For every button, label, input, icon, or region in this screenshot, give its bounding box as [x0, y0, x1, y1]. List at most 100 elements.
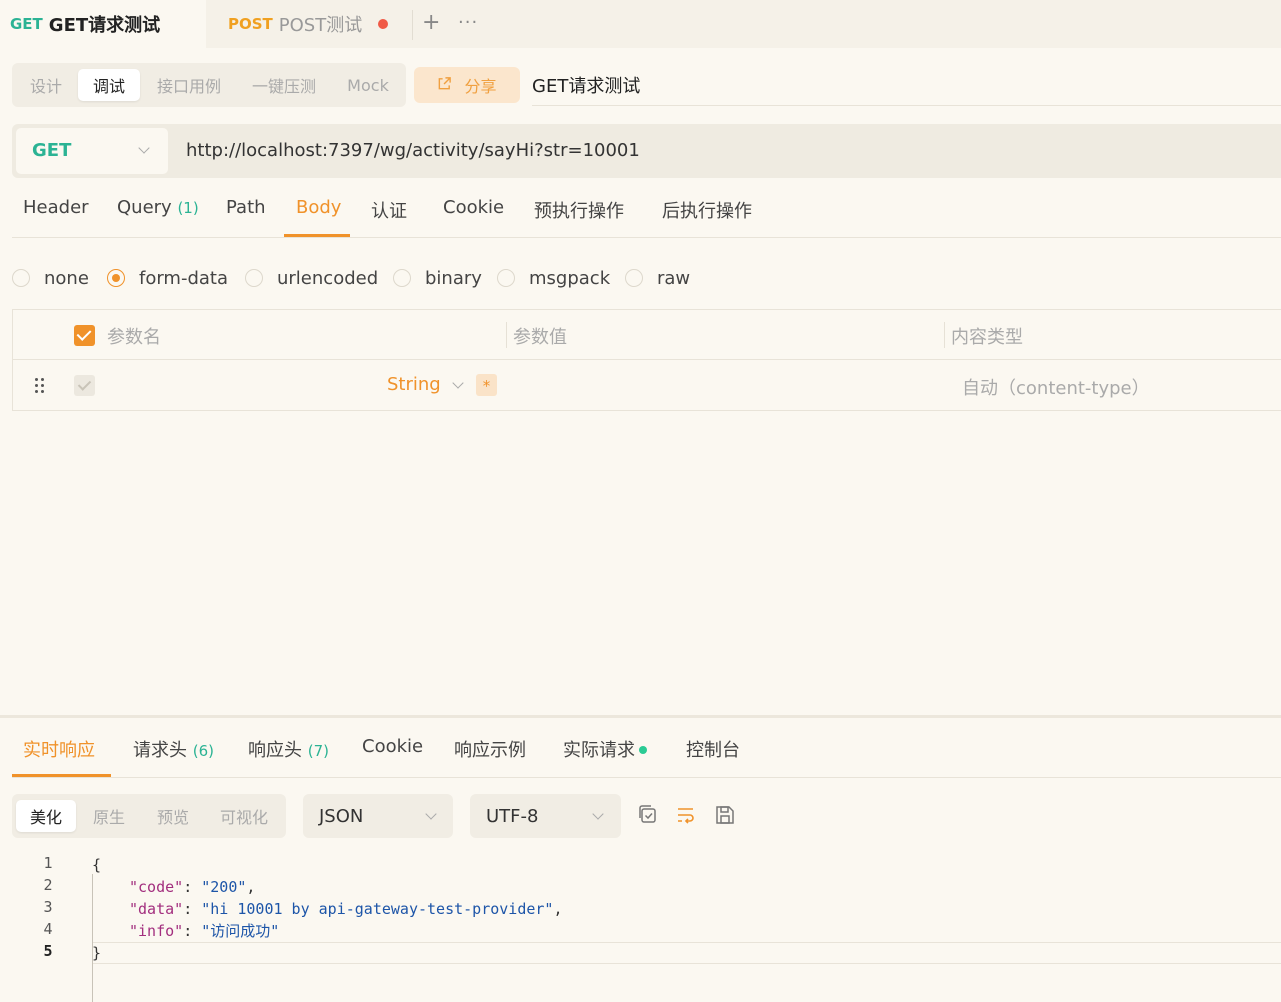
tab-console[interactable]: 控制台: [686, 736, 740, 762]
tab-count: (6): [192, 742, 214, 760]
mode-mock[interactable]: Mock: [336, 69, 400, 101]
column-header-param-value: 参数值: [513, 327, 567, 348]
new-tab-plus-icon[interactable]: +: [422, 10, 440, 35]
table-row-divider: [12, 359, 1281, 360]
share-label: 分享: [464, 77, 497, 96]
tab-response-headers[interactable]: 响应头 (7): [248, 736, 329, 762]
radio-label: none: [44, 267, 89, 289]
tab-label: Cookie: [362, 736, 424, 757]
view-mode-switch: 美化 原生 预览 可视化: [12, 794, 286, 838]
line-number: 5: [43, 942, 53, 960]
tab-label: 认证: [371, 201, 407, 222]
tab-pre-request[interactable]: 预执行操作: [534, 197, 624, 223]
panel-splitter[interactable]: [0, 715, 1281, 718]
mode-test-cases[interactable]: 接口用例: [146, 69, 232, 101]
format-select[interactable]: JSON: [303, 794, 453, 838]
radio-raw[interactable]: raw: [625, 266, 690, 290]
unsaved-indicator: [378, 19, 389, 29]
radio-label: form-data: [139, 267, 229, 289]
tab-label: Header: [23, 197, 89, 218]
radio-circle: [497, 269, 515, 287]
save-icon[interactable]: [714, 803, 738, 829]
column-header-content-type: 内容类型: [951, 327, 1023, 348]
view-visualize[interactable]: 可视化: [208, 800, 280, 832]
mode-load-test[interactable]: 一键压测: [242, 69, 326, 101]
share-button[interactable]: 分享: [414, 67, 520, 103]
drag-handle-icon[interactable]: [35, 378, 47, 394]
tab-method-label: POST: [228, 15, 273, 33]
line-number: 3: [43, 898, 53, 916]
tab-label: Query: [117, 197, 172, 218]
code-line: "info": "访问成功": [129, 922, 280, 940]
encoding-value: UTF-8: [486, 806, 539, 827]
radio-circle: [625, 269, 643, 287]
api-name-input[interactable]: GET请求测试: [532, 72, 640, 98]
mode-design[interactable]: 设计: [18, 69, 74, 101]
select-all-checkbox[interactable]: [74, 325, 95, 346]
param-type-select[interactable]: String: [387, 374, 441, 395]
tab-response-cookie[interactable]: Cookie: [362, 736, 423, 757]
radio-none[interactable]: none: [12, 266, 89, 290]
tab-label: 实时响应: [23, 740, 95, 761]
tab-label: 响应头: [248, 740, 302, 761]
tab-header[interactable]: Header: [23, 197, 89, 218]
view-preview[interactable]: 预览: [144, 800, 202, 832]
word-wrap-icon[interactable]: [675, 803, 699, 829]
tab-label: Cookie: [443, 197, 505, 218]
api-name-underline: [532, 105, 1281, 106]
chevron-down-icon: [138, 142, 150, 154]
encoding-select[interactable]: UTF-8: [470, 794, 621, 838]
format-value: JSON: [319, 806, 364, 827]
json-comma: ,: [246, 878, 256, 896]
http-method-value: GET: [32, 140, 72, 161]
radio-form-data[interactable]: form-data: [107, 266, 228, 290]
copy-icon[interactable]: [637, 803, 661, 829]
tab-query[interactable]: Query (1): [117, 197, 199, 218]
radio-circle: [393, 269, 411, 287]
code-line: }: [92, 944, 102, 962]
radio-urlencoded[interactable]: urlencoded: [245, 266, 378, 290]
column-divider[interactable]: [944, 322, 945, 348]
tab-label: 实际请求: [563, 740, 635, 761]
tab-body[interactable]: Body: [296, 197, 341, 218]
http-method-select[interactable]: GET: [16, 128, 168, 174]
code-line: {: [92, 856, 102, 874]
column-header-param-name: 参数名: [107, 327, 161, 348]
view-raw[interactable]: 原生: [80, 800, 138, 832]
column-divider[interactable]: [506, 322, 507, 348]
code-line: "code": "200",: [129, 878, 256, 896]
tab-actual-request[interactable]: 实际请求: [563, 736, 647, 762]
radio-circle: [12, 269, 30, 287]
view-pretty[interactable]: 美化: [16, 800, 76, 832]
tab-post-request[interactable]: POST POST测试: [228, 0, 389, 48]
indent-guide: [92, 874, 93, 1002]
tab-request-headers[interactable]: 请求头 (6): [133, 736, 214, 762]
tab-path[interactable]: Path: [226, 197, 266, 218]
tab-post-request[interactable]: 后执行操作: [662, 197, 752, 223]
tab-response-example[interactable]: 响应示例: [454, 736, 526, 762]
json-value: "访问成功": [201, 922, 280, 940]
tab-cookie[interactable]: Cookie: [443, 197, 504, 218]
radio-label: binary: [425, 267, 482, 289]
divider: [12, 237, 1281, 238]
required-toggle[interactable]: *: [476, 374, 497, 396]
line-number: 1: [43, 854, 53, 872]
tab-auth[interactable]: 认证: [371, 197, 407, 223]
mode-debug[interactable]: 调试: [78, 69, 140, 101]
tab-title: POST测试: [278, 15, 363, 36]
json-value: "200": [201, 878, 247, 896]
chevron-down-icon: [592, 808, 604, 820]
more-tabs-ellipsis-icon[interactable]: ···: [458, 12, 478, 33]
url-input[interactable]: http://localhost:7397/wg/activity/sayHi?…: [186, 140, 640, 161]
row-enable-checkbox[interactable]: [74, 375, 95, 396]
radio-binary[interactable]: binary: [393, 266, 482, 290]
status-dot: [639, 746, 647, 754]
tab-label: 请求头: [133, 740, 187, 761]
content-type-input[interactable]: 自动（content-type）: [962, 374, 1150, 400]
tab-get-request[interactable]: GET GET请求测试: [0, 0, 206, 48]
tab-live-response[interactable]: 实时响应: [23, 736, 95, 762]
radio-msgpack[interactable]: msgpack: [497, 266, 610, 290]
tab-label: 后执行操作: [662, 201, 752, 222]
radio-label: raw: [657, 267, 691, 289]
json-value: "hi 10001 by api-gateway-test-provider": [201, 900, 554, 918]
